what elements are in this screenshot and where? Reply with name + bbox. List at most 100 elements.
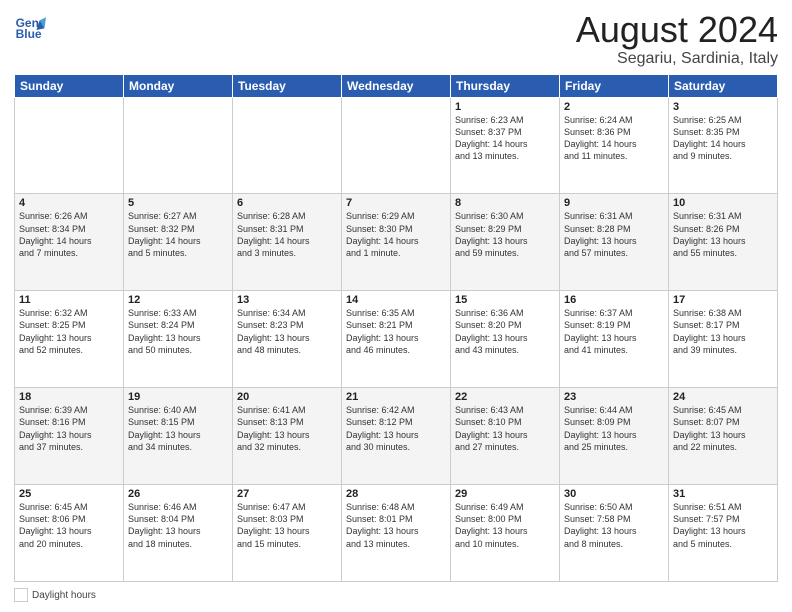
calendar-cell: 5Sunrise: 6:27 AMSunset: 8:32 PMDaylight… [124, 194, 233, 291]
day-number: 24 [673, 391, 773, 403]
calendar-cell [124, 97, 233, 194]
day-number: 12 [128, 294, 228, 306]
day-number: 27 [237, 488, 337, 500]
calendar-cell: 11Sunrise: 6:32 AMSunset: 8:25 PMDayligh… [15, 291, 124, 388]
day-info: Sunrise: 6:25 AMSunset: 8:35 PMDaylight:… [673, 114, 773, 163]
day-info: Sunrise: 6:27 AMSunset: 8:32 PMDaylight:… [128, 210, 228, 259]
day-number: 5 [128, 197, 228, 209]
day-info: Sunrise: 6:30 AMSunset: 8:29 PMDaylight:… [455, 210, 555, 259]
day-info: Sunrise: 6:34 AMSunset: 8:23 PMDaylight:… [237, 307, 337, 356]
day-info: Sunrise: 6:33 AMSunset: 8:24 PMDaylight:… [128, 307, 228, 356]
day-number: 22 [455, 391, 555, 403]
calendar-cell: 22Sunrise: 6:43 AMSunset: 8:10 PMDayligh… [451, 388, 560, 485]
day-info: Sunrise: 6:31 AMSunset: 8:26 PMDaylight:… [673, 210, 773, 259]
calendar-cell [342, 97, 451, 194]
day-number: 1 [455, 101, 555, 113]
day-info: Sunrise: 6:35 AMSunset: 8:21 PMDaylight:… [346, 307, 446, 356]
calendar-cell: 19Sunrise: 6:40 AMSunset: 8:15 PMDayligh… [124, 388, 233, 485]
day-number: 10 [673, 197, 773, 209]
calendar-cell: 28Sunrise: 6:48 AMSunset: 8:01 PMDayligh… [342, 485, 451, 582]
calendar-cell: 31Sunrise: 6:51 AMSunset: 7:57 PMDayligh… [669, 485, 778, 582]
calendar-cell: 14Sunrise: 6:35 AMSunset: 8:21 PMDayligh… [342, 291, 451, 388]
day-number: 19 [128, 391, 228, 403]
day-info: Sunrise: 6:45 AMSunset: 8:06 PMDaylight:… [19, 501, 119, 550]
calendar-cell: 15Sunrise: 6:36 AMSunset: 8:20 PMDayligh… [451, 291, 560, 388]
day-info: Sunrise: 6:49 AMSunset: 8:00 PMDaylight:… [455, 501, 555, 550]
calendar-cell [15, 97, 124, 194]
day-info: Sunrise: 6:29 AMSunset: 8:30 PMDaylight:… [346, 210, 446, 259]
calendar-cell: 3Sunrise: 6:25 AMSunset: 8:35 PMDaylight… [669, 97, 778, 194]
calendar-cell: 6Sunrise: 6:28 AMSunset: 8:31 PMDaylight… [233, 194, 342, 291]
day-info: Sunrise: 6:45 AMSunset: 8:07 PMDaylight:… [673, 404, 773, 453]
day-info: Sunrise: 6:38 AMSunset: 8:17 PMDaylight:… [673, 307, 773, 356]
calendar-col-friday: Friday [560, 74, 669, 97]
calendar-cell: 12Sunrise: 6:33 AMSunset: 8:24 PMDayligh… [124, 291, 233, 388]
day-info: Sunrise: 6:28 AMSunset: 8:31 PMDaylight:… [237, 210, 337, 259]
day-number: 6 [237, 197, 337, 209]
legend: Daylight hours [14, 588, 778, 602]
day-number: 31 [673, 488, 773, 500]
calendar-cell: 7Sunrise: 6:29 AMSunset: 8:30 PMDaylight… [342, 194, 451, 291]
day-info: Sunrise: 6:46 AMSunset: 8:04 PMDaylight:… [128, 501, 228, 550]
calendar-header-row: SundayMondayTuesdayWednesdayThursdayFrid… [15, 74, 778, 97]
calendar-cell: 29Sunrise: 6:49 AMSunset: 8:00 PMDayligh… [451, 485, 560, 582]
calendar-cell: 23Sunrise: 6:44 AMSunset: 8:09 PMDayligh… [560, 388, 669, 485]
calendar-cell: 17Sunrise: 6:38 AMSunset: 8:17 PMDayligh… [669, 291, 778, 388]
day-number: 21 [346, 391, 446, 403]
day-info: Sunrise: 6:36 AMSunset: 8:20 PMDaylight:… [455, 307, 555, 356]
day-info: Sunrise: 6:39 AMSunset: 8:16 PMDaylight:… [19, 404, 119, 453]
calendar-cell: 24Sunrise: 6:45 AMSunset: 8:07 PMDayligh… [669, 388, 778, 485]
day-info: Sunrise: 6:42 AMSunset: 8:12 PMDaylight:… [346, 404, 446, 453]
calendar-col-monday: Monday [124, 74, 233, 97]
day-number: 8 [455, 197, 555, 209]
calendar-cell: 1Sunrise: 6:23 AMSunset: 8:37 PMDaylight… [451, 97, 560, 194]
day-info: Sunrise: 6:43 AMSunset: 8:10 PMDaylight:… [455, 404, 555, 453]
day-number: 3 [673, 101, 773, 113]
header: General Blue August 2024 Segariu, Sardin… [14, 10, 778, 68]
calendar-col-wednesday: Wednesday [342, 74, 451, 97]
calendar-col-saturday: Saturday [669, 74, 778, 97]
calendar-cell [233, 97, 342, 194]
day-number: 26 [128, 488, 228, 500]
calendar-cell: 16Sunrise: 6:37 AMSunset: 8:19 PMDayligh… [560, 291, 669, 388]
day-info: Sunrise: 6:51 AMSunset: 7:57 PMDaylight:… [673, 501, 773, 550]
calendar-cell: 18Sunrise: 6:39 AMSunset: 8:16 PMDayligh… [15, 388, 124, 485]
day-number: 11 [19, 294, 119, 306]
day-number: 28 [346, 488, 446, 500]
day-number: 30 [564, 488, 664, 500]
calendar-week-4: 18Sunrise: 6:39 AMSunset: 8:16 PMDayligh… [15, 388, 778, 485]
day-number: 7 [346, 197, 446, 209]
calendar-cell: 21Sunrise: 6:42 AMSunset: 8:12 PMDayligh… [342, 388, 451, 485]
day-info: Sunrise: 6:40 AMSunset: 8:15 PMDaylight:… [128, 404, 228, 453]
day-info: Sunrise: 6:47 AMSunset: 8:03 PMDaylight:… [237, 501, 337, 550]
legend-label-light: Daylight hours [32, 590, 96, 601]
day-number: 16 [564, 294, 664, 306]
calendar-week-3: 11Sunrise: 6:32 AMSunset: 8:25 PMDayligh… [15, 291, 778, 388]
calendar-cell: 27Sunrise: 6:47 AMSunset: 8:03 PMDayligh… [233, 485, 342, 582]
day-number: 17 [673, 294, 773, 306]
day-info: Sunrise: 6:41 AMSunset: 8:13 PMDaylight:… [237, 404, 337, 453]
day-number: 20 [237, 391, 337, 403]
calendar-week-1: 1Sunrise: 6:23 AMSunset: 8:37 PMDaylight… [15, 97, 778, 194]
logo: General Blue [14, 14, 48, 42]
title-block: August 2024 Segariu, Sardinia, Italy [576, 10, 778, 68]
logo-icon: General Blue [14, 14, 46, 42]
day-number: 14 [346, 294, 446, 306]
day-number: 23 [564, 391, 664, 403]
day-info: Sunrise: 6:48 AMSunset: 8:01 PMDaylight:… [346, 501, 446, 550]
calendar-cell: 9Sunrise: 6:31 AMSunset: 8:28 PMDaylight… [560, 194, 669, 291]
day-number: 25 [19, 488, 119, 500]
subtitle: Segariu, Sardinia, Italy [576, 50, 778, 68]
calendar-col-thursday: Thursday [451, 74, 560, 97]
legend-item-light: Daylight hours [14, 588, 96, 602]
calendar-cell: 20Sunrise: 6:41 AMSunset: 8:13 PMDayligh… [233, 388, 342, 485]
day-info: Sunrise: 6:37 AMSunset: 8:19 PMDaylight:… [564, 307, 664, 356]
day-number: 15 [455, 294, 555, 306]
day-info: Sunrise: 6:26 AMSunset: 8:34 PMDaylight:… [19, 210, 119, 259]
day-info: Sunrise: 6:44 AMSunset: 8:09 PMDaylight:… [564, 404, 664, 453]
calendar-col-sunday: Sunday [15, 74, 124, 97]
day-info: Sunrise: 6:32 AMSunset: 8:25 PMDaylight:… [19, 307, 119, 356]
day-info: Sunrise: 6:50 AMSunset: 7:58 PMDaylight:… [564, 501, 664, 550]
calendar-cell: 26Sunrise: 6:46 AMSunset: 8:04 PMDayligh… [124, 485, 233, 582]
day-number: 9 [564, 197, 664, 209]
